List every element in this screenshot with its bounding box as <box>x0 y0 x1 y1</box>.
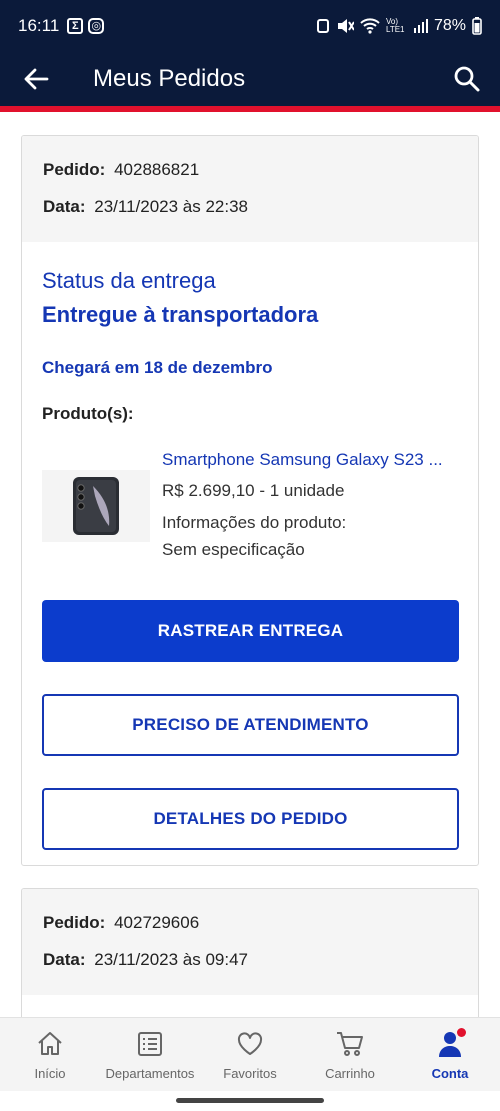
home-icon <box>38 1032 62 1055</box>
status-time: 16:11 <box>18 16 60 35</box>
network-label: Vo) LTE1 <box>385 17 405 34</box>
product-image[interactable] <box>42 470 150 542</box>
order-number: 402729606 <box>114 913 200 932</box>
order-body: Status da entrega Entregue à transportad… <box>22 268 478 850</box>
order-number-label: Pedido: <box>43 160 106 179</box>
product-spec: Informações do produto: Sem especificaçã… <box>162 509 462 563</box>
alarm-icon <box>316 19 329 33</box>
notification-sigma-icon: Σ <box>67 18 84 34</box>
signal-icon <box>413 19 428 33</box>
track-delivery-button[interactable]: RASTREAR ENTREGA <box>42 600 459 662</box>
home-gesture-handle[interactable] <box>176 1098 324 1103</box>
status-indicators: Vo) LTE1 78% <box>316 17 482 35</box>
order-card: Pedido: 402886821 Data: 23/11/2023 às 22… <box>21 135 479 866</box>
arrival-estimate: Chegará em 18 de dezembro <box>42 358 273 377</box>
nav-label-home: Início <box>34 1066 66 1081</box>
product-info-label: Informações do produto: <box>162 513 347 532</box>
heart-icon <box>237 1032 263 1055</box>
system-gesture-bar <box>0 1091 500 1111</box>
product-item[interactable]: Smartphone Samsung Galaxy S23 ... R$ 2.6… <box>42 450 458 580</box>
order-date-row: Data: 23/11/2023 às 22:38 <box>43 197 457 234</box>
search-button[interactable] <box>452 64 482 94</box>
nav-label-account: Conta <box>431 1066 469 1081</box>
nav-item-cart[interactable]: Carrinho <box>300 1018 400 1091</box>
order-number: 402886821 <box>114 160 200 179</box>
nav-item-departments[interactable]: Departamentos <box>100 1018 200 1091</box>
order-date-row: Data: 23/11/2023 às 09:47 <box>43 950 457 987</box>
back-button[interactable] <box>0 52 72 106</box>
nav-item-account[interactable]: Conta <box>400 1018 500 1091</box>
nav-item-favorites[interactable]: Favoritos <box>200 1018 300 1091</box>
nav-item-home[interactable]: Início <box>0 1018 100 1091</box>
search-icon <box>454 66 480 92</box>
bottom-navigation: Início Departamentos Favoritos Carrinho … <box>0 1017 500 1091</box>
mute-icon <box>337 19 354 33</box>
order-header: Pedido: 402729606 Data: 23/11/2023 às 09… <box>22 889 478 995</box>
order-number-label: Pedido: <box>43 913 106 932</box>
smartphone-image <box>73 477 119 535</box>
cart-icon <box>337 1032 363 1056</box>
status-bar: 16:11 Σ ◎ Vo) LTE1 78% <box>0 0 500 52</box>
arrow-back-icon <box>24 68 49 90</box>
nav-label-favorites: Favoritos <box>223 1066 277 1081</box>
order-header: Pedido: 402886821 Data: 23/11/2023 às 22… <box>22 136 478 242</box>
product-name-link[interactable]: Smartphone Samsung Galaxy S23 ... <box>162 450 462 474</box>
notification-dot <box>457 1028 466 1037</box>
order-date: 23/11/2023 às 22:38 <box>94 197 249 216</box>
battery-percent: 78% <box>433 17 466 34</box>
app-bar: Meus Pedidos <box>0 52 500 106</box>
order-date-label: Data: <box>43 197 86 216</box>
wifi-icon <box>360 18 380 34</box>
product-info: Smartphone Samsung Galaxy S23 ... R$ 2.6… <box>162 450 462 563</box>
order-date-label: Data: <box>43 950 86 969</box>
order-number-row: Pedido: 402886821 <box>43 160 457 197</box>
product-price-quantity: R$ 2.699,10 - 1 unidade <box>162 481 345 500</box>
product-spec-value: Sem especificação <box>162 540 305 559</box>
order-number-row: Pedido: 402729606 <box>43 913 457 950</box>
instagram-icon: ◎ <box>88 18 105 34</box>
order-date: 23/11/2023 às 09:47 <box>94 950 249 969</box>
page-title: Meus Pedidos <box>93 65 246 92</box>
battery-icon <box>472 17 482 35</box>
nav-label-departments: Departamentos <box>105 1066 195 1081</box>
orders-list[interactable]: Pedido: 402886821 Data: 23/11/2023 às 22… <box>0 112 500 1017</box>
nav-label-cart: Carrinho <box>325 1066 375 1081</box>
order-details-button[interactable]: DETALHES DO PEDIDO <box>42 788 459 850</box>
list-icon <box>138 1032 162 1056</box>
order-card: Pedido: 402729606 Data: 23/11/2023 às 09… <box>21 888 479 1017</box>
delivery-status-value: Entregue à transportadora <box>42 302 319 327</box>
delivery-status-title: Status da entrega <box>42 268 216 293</box>
products-label: Produto(s): <box>42 404 134 423</box>
support-button[interactable]: PRECISO DE ATENDIMENTO <box>42 694 459 756</box>
